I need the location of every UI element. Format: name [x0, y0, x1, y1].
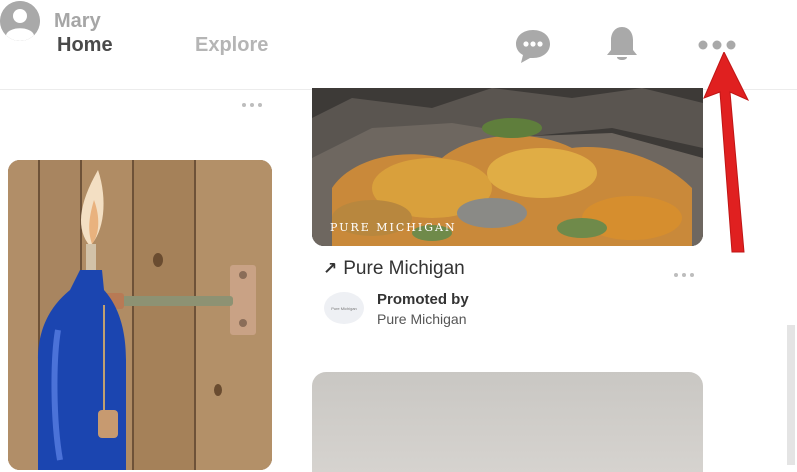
notifications-bell-icon[interactable]: [604, 24, 640, 69]
messages-icon[interactable]: [514, 27, 552, 70]
promoter-name-link[interactable]: Pure Michigan: [377, 311, 467, 327]
promoter-logo-text: Pure Michigan: [331, 305, 357, 311]
pin-more-options-icon[interactable]: [240, 96, 264, 114]
top-navigation-bar: Home Explore Mary: [0, 0, 797, 90]
annotation-red-arrow: [690, 50, 760, 262]
profile-name-label: Mary: [54, 9, 101, 32]
promoted-pin-more-options-icon[interactable]: [672, 266, 696, 284]
promoted-by-label: Promoted by: [377, 291, 469, 308]
nav-profile-link[interactable]: Mary: [0, 0, 797, 42]
user-avatar-icon: [0, 1, 40, 41]
page-scrollbar[interactable]: [787, 325, 795, 465]
pin-title-text: Pure Michigan: [343, 258, 465, 279]
nav-explore-link[interactable]: Explore: [195, 34, 268, 57]
promoted-pin-image[interactable]: PURE MICHIGAN: [312, 88, 703, 246]
pure-michigan-watermark: PURE MICHIGAN: [330, 221, 457, 234]
external-link-arrow-icon: ↗: [323, 259, 338, 278]
nav-home-link[interactable]: Home: [57, 34, 113, 57]
next-pin-image[interactable]: [312, 372, 703, 472]
pin-title-link[interactable]: ↗ Pure Michigan: [323, 258, 465, 280]
promoter-logo[interactable]: Pure Michigan: [324, 292, 364, 324]
tiki-torch-pin-image[interactable]: [8, 160, 272, 470]
